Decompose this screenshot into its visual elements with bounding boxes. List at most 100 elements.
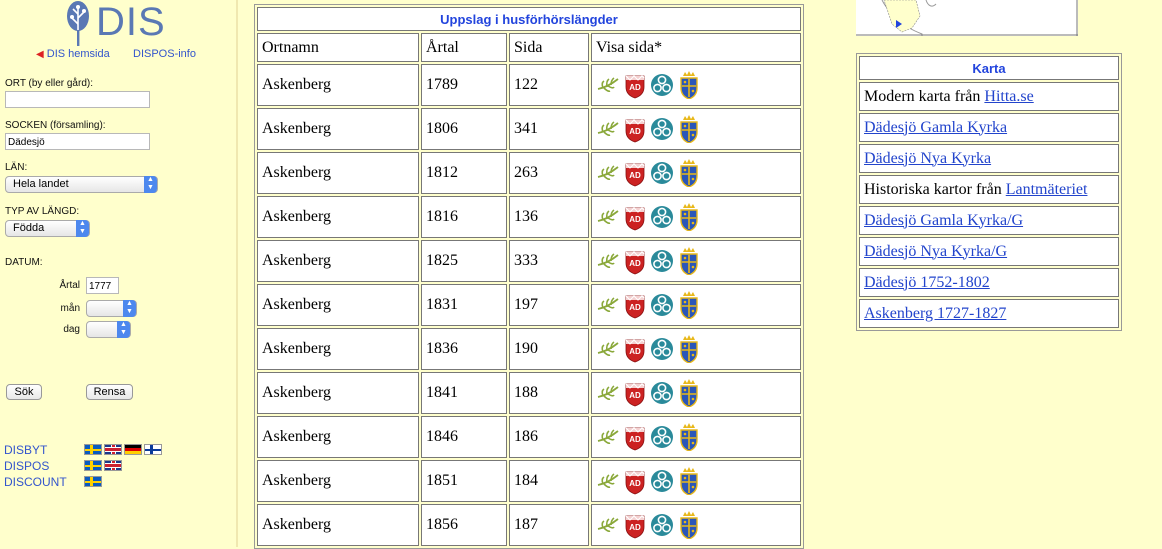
fern-icon[interactable] xyxy=(596,115,620,143)
ad-shield-icon[interactable]: AD xyxy=(623,203,647,231)
circle-knot-icon[interactable] xyxy=(650,291,674,319)
results-caption: Uppslag i husförhörslängder xyxy=(257,7,801,31)
circle-knot-icon[interactable] xyxy=(650,115,674,143)
dis-home-link[interactable]: ◀ DIS hemsida xyxy=(36,48,110,60)
flag-se-icon[interactable] xyxy=(84,476,102,487)
karta-row: Historiska kartor från Lantmäteriet xyxy=(859,175,1119,204)
fern-icon[interactable] xyxy=(596,71,620,99)
karta-text: Modern karta från xyxy=(864,87,985,105)
socken-label: SOCKEN (församling): xyxy=(5,120,106,131)
fern-icon[interactable] xyxy=(596,379,620,407)
dispos-info-link[interactable]: DISPOS-info xyxy=(133,48,196,60)
sida-cell: 136 xyxy=(509,196,589,238)
dag-select[interactable]: ▲ ▼ xyxy=(86,321,131,338)
karta-link[interactable]: Dädesjö Gamla Kyrka xyxy=(864,119,1007,136)
circle-knot-icon[interactable] xyxy=(650,335,674,363)
logo-text: DIS xyxy=(96,0,166,44)
crown-shield-icon[interactable] xyxy=(677,423,701,452)
svg-text:AD: AD xyxy=(629,127,641,136)
sida-cell: 341 xyxy=(509,108,589,150)
man-select[interactable]: ▲ ▼ xyxy=(86,300,137,317)
circle-knot-icon[interactable] xyxy=(650,511,674,539)
crown-shield-icon[interactable] xyxy=(677,335,701,364)
ad-shield-icon[interactable]: AD xyxy=(623,115,647,143)
circle-knot-icon[interactable] xyxy=(650,203,674,231)
fern-icon[interactable] xyxy=(596,423,620,451)
flag-se-icon[interactable] xyxy=(84,460,102,471)
crown-shield-icon[interactable] xyxy=(677,467,701,496)
circle-knot-icon[interactable] xyxy=(650,467,674,495)
product-discount-link[interactable]: DISCOUNT xyxy=(4,475,67,489)
ad-shield-icon[interactable]: AD xyxy=(623,71,647,99)
crown-shield-icon[interactable] xyxy=(677,203,701,232)
socken-input[interactable]: Dädesjö xyxy=(5,133,150,150)
karta-cell: Askenberg 1727-1827 xyxy=(859,299,1119,328)
circle-knot-icon[interactable] xyxy=(650,247,674,275)
ad-shield-icon[interactable]: AD xyxy=(623,247,647,275)
table-row: Askenberg 1831 197 AD xyxy=(257,284,801,326)
product-dispos-link[interactable]: DISPOS xyxy=(4,459,49,473)
crown-shield-icon[interactable] xyxy=(677,379,701,408)
crown-shield-icon[interactable] xyxy=(677,71,701,100)
karta-row: Dädesjö Gamla Kyrka/G xyxy=(859,206,1119,235)
ortnamn-cell: Askenberg xyxy=(257,504,419,546)
map-thumbnail[interactable] xyxy=(856,0,1078,36)
karta-link[interactable]: Askenberg 1727-1827 xyxy=(864,305,1006,322)
ad-shield-icon[interactable]: AD xyxy=(623,423,647,451)
ad-shield-icon[interactable]: AD xyxy=(623,335,647,363)
karta-link[interactable]: Dädesjö Gamla Kyrka/G xyxy=(864,212,1023,229)
header-artal: Årtal xyxy=(421,33,507,62)
crown-shield-icon[interactable] xyxy=(677,159,701,188)
fern-icon[interactable] xyxy=(596,291,620,319)
ort-input[interactable] xyxy=(5,91,150,108)
karta-row: Modern karta från Hitta.se xyxy=(859,82,1119,111)
search-button[interactable]: Sök xyxy=(6,384,42,400)
typ-label: TYP AV LÄNGD: xyxy=(5,206,80,217)
crown-shield-icon[interactable] xyxy=(677,291,701,320)
ad-shield-icon[interactable]: AD xyxy=(623,467,647,495)
fern-icon[interactable] xyxy=(596,335,620,363)
flag-uk-icon[interactable] xyxy=(104,444,122,455)
ad-shield-icon[interactable]: AD xyxy=(623,511,647,539)
karta-link[interactable]: Hitta.se xyxy=(984,88,1033,105)
flag-fi-icon[interactable] xyxy=(144,444,162,455)
clear-button[interactable]: Rensa xyxy=(86,384,133,400)
ortnamn-cell: Askenberg xyxy=(257,284,419,326)
karta-row: Dädesjö Nya Kyrka xyxy=(859,144,1119,173)
artal-cell: 1816 xyxy=(421,196,507,238)
datum-label: DATUM: xyxy=(5,257,43,268)
fern-icon[interactable] xyxy=(596,203,620,231)
typ-select-value: Födda xyxy=(13,222,45,234)
circle-knot-icon[interactable] xyxy=(650,423,674,451)
karta-link[interactable]: Dädesjö Nya Kyrka xyxy=(864,150,991,167)
crown-shield-icon[interactable] xyxy=(677,115,701,144)
ad-shield-icon[interactable]: AD xyxy=(623,379,647,407)
typ-select[interactable]: Födda ▲ ▼ xyxy=(5,220,90,237)
fern-icon[interactable] xyxy=(596,247,620,275)
artal-input[interactable]: 1777 xyxy=(86,277,119,294)
lan-select[interactable]: Hela landet ▲ ▼ xyxy=(5,176,158,193)
fern-icon[interactable] xyxy=(596,467,620,495)
ad-shield-icon[interactable]: AD xyxy=(623,159,647,187)
crown-shield-icon[interactable] xyxy=(677,511,701,540)
product-disbyt-link[interactable]: DISBYT xyxy=(4,443,47,457)
flag-se-icon[interactable] xyxy=(84,444,102,455)
dis-home-label: DIS hemsida xyxy=(46,48,110,60)
karta-link[interactable]: Lantmäteriet xyxy=(1006,181,1088,198)
sida-cell: 333 xyxy=(509,240,589,282)
visa-sida-cell: AD xyxy=(591,460,801,502)
flag-uk-icon[interactable] xyxy=(104,460,122,471)
karta-link[interactable]: Dädesjö 1752-1802 xyxy=(864,274,990,291)
circle-knot-icon[interactable] xyxy=(650,379,674,407)
fern-icon[interactable] xyxy=(596,511,620,539)
fern-icon[interactable] xyxy=(596,159,620,187)
crown-shield-icon[interactable] xyxy=(677,247,701,276)
karta-link[interactable]: Dädesjö Nya Kyrka/G xyxy=(864,243,1007,260)
circle-knot-icon[interactable] xyxy=(650,71,674,99)
circle-knot-icon[interactable] xyxy=(650,159,674,187)
artal-cell: 1806 xyxy=(421,108,507,150)
ortnamn-cell: Askenberg xyxy=(257,196,419,238)
karta-row: Askenberg 1727-1827 xyxy=(859,299,1119,328)
ad-shield-icon[interactable]: AD xyxy=(623,291,647,319)
flag-de-icon[interactable] xyxy=(124,444,142,455)
